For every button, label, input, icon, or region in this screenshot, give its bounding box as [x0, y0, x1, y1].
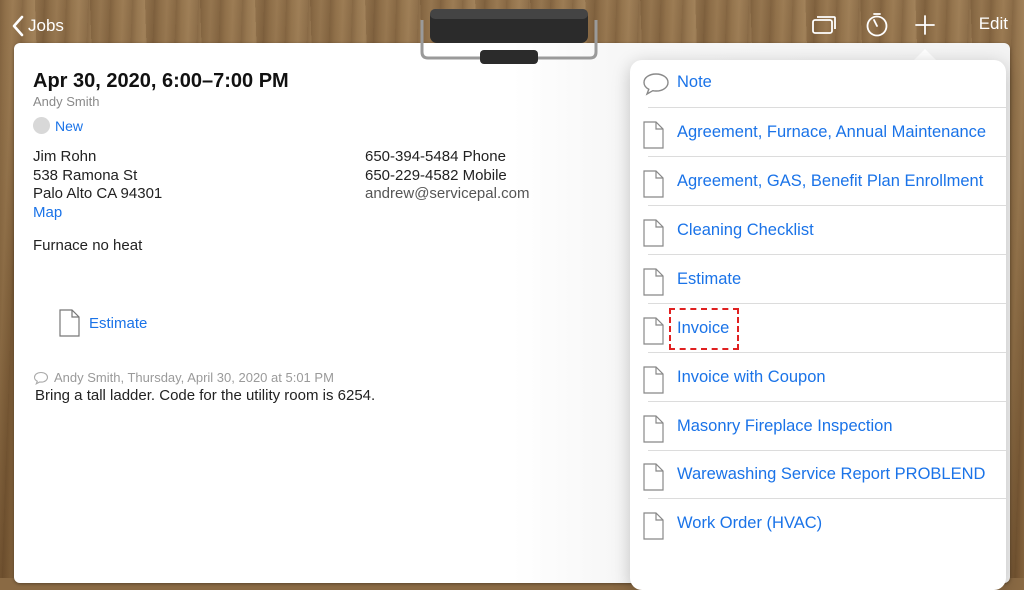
document-icon — [643, 415, 664, 443]
divider — [648, 498, 1006, 499]
divider — [648, 107, 1006, 108]
timer-icon — [866, 13, 888, 37]
divider — [648, 156, 1006, 157]
email-address[interactable]: andrew@servicepal.com — [365, 185, 529, 204]
timer-button[interactable] — [862, 10, 892, 40]
popover-item-label: Note — [677, 73, 712, 91]
document-icon — [643, 170, 664, 198]
divider — [648, 401, 1006, 402]
document-icon — [643, 366, 664, 394]
navigation-bar: Jobs Edit — [0, 0, 1024, 52]
popover-item-label: Warewashing Service Report PROBLEND — [677, 465, 986, 483]
divider — [648, 254, 1006, 255]
edit-button[interactable]: Edit — [979, 14, 1008, 34]
popover-item-cleaning-checklist[interactable]: Cleaning Checklist — [630, 207, 1006, 255]
job-status[interactable]: New — [33, 117, 83, 134]
speech-bubble-icon — [33, 371, 49, 385]
back-chevron-icon — [12, 15, 24, 37]
popover-item-warewashing-report[interactable]: Warewashing Service Report PROBLEND — [630, 451, 1006, 499]
cards-icon — [812, 16, 836, 34]
cards-button[interactable] — [809, 10, 839, 40]
divider — [648, 352, 1006, 353]
status-label: New — [55, 117, 84, 134]
popover-item-label: Estimate — [677, 270, 742, 288]
attachment-label: Estimate — [89, 314, 148, 332]
divider — [648, 303, 1006, 304]
document-icon — [643, 219, 664, 247]
invoice-highlight-box — [669, 308, 739, 350]
popover-item-label: Cleaning Checklist — [677, 221, 814, 239]
phone-number[interactable]: 650-394-5484 Phone — [365, 148, 529, 167]
document-icon — [643, 268, 664, 296]
note-meta-text: Andy Smith, Thursday, April 30, 2020 at … — [54, 370, 334, 385]
document-icon — [59, 309, 80, 337]
document-icon — [643, 317, 664, 345]
job-datetime-title: Apr 30, 2020, 6:00–7:00 PM — [33, 70, 289, 92]
mobile-number[interactable]: 650-229-4582 Mobile — [365, 167, 529, 186]
popover-item-masonry-fireplace[interactable]: Masonry Fireplace Inspection — [630, 403, 1006, 451]
back-button-label: Jobs — [28, 16, 64, 35]
add-button[interactable] — [910, 10, 940, 40]
address-line-2: Palo Alto CA 94301 — [33, 185, 163, 202]
customer-contact-block: 650-394-5484 Phone 650-229-4582 Mobile a… — [365, 148, 529, 204]
popover-item-note[interactable]: Note — [630, 60, 1006, 108]
note-meta: Andy Smith, Thursday, April 30, 2020 at … — [33, 370, 334, 385]
popover-item-label: Agreement, GAS, Benefit Plan Enrollment — [677, 172, 984, 190]
document-icon — [643, 512, 664, 540]
popover-item-agreement-furnace[interactable]: Agreement, Furnace, Annual Maintenance — [630, 109, 1006, 157]
address-line-1: 538 Ramona St — [33, 166, 138, 184]
document-icon — [643, 463, 664, 491]
status-dot-icon — [33, 117, 50, 134]
popover-item-estimate[interactable]: Estimate — [630, 256, 1006, 304]
job-technician: Andy Smith — [33, 94, 100, 109]
popover-item-label: Agreement, Furnace, Annual Maintenance — [677, 123, 987, 141]
back-button[interactable]: Jobs — [12, 12, 64, 40]
popover-item-invoice-with-coupon[interactable]: Invoice with Coupon — [630, 354, 1006, 402]
speech-bubble-icon — [643, 73, 669, 96]
attachment-estimate[interactable]: Estimate — [58, 309, 147, 337]
customer-address-block: Jim Rohn 538 Ramona St Palo Alto CA 9430… — [33, 148, 162, 222]
plus-icon — [915, 15, 935, 35]
job-description: Furnace no heat — [33, 237, 143, 254]
customer-name: Jim Rohn — [33, 148, 97, 165]
note-text: Bring a tall ladder. Code for the utilit… — [35, 387, 376, 404]
popover-item-label: Work Order (HVAC) — [677, 514, 823, 532]
popover-item-label: Masonry Fireplace Inspection — [677, 417, 893, 435]
document-icon — [643, 121, 664, 149]
popover-item-label: Invoice with Coupon — [677, 368, 826, 386]
divider — [648, 205, 1006, 206]
popover-item-work-order-hvac[interactable]: Work Order (HVAC) — [630, 500, 1006, 548]
map-link[interactable]: Map — [33, 204, 162, 223]
popover-item-agreement-gas[interactable]: Agreement, GAS, Benefit Plan Enrollment — [630, 158, 1006, 206]
